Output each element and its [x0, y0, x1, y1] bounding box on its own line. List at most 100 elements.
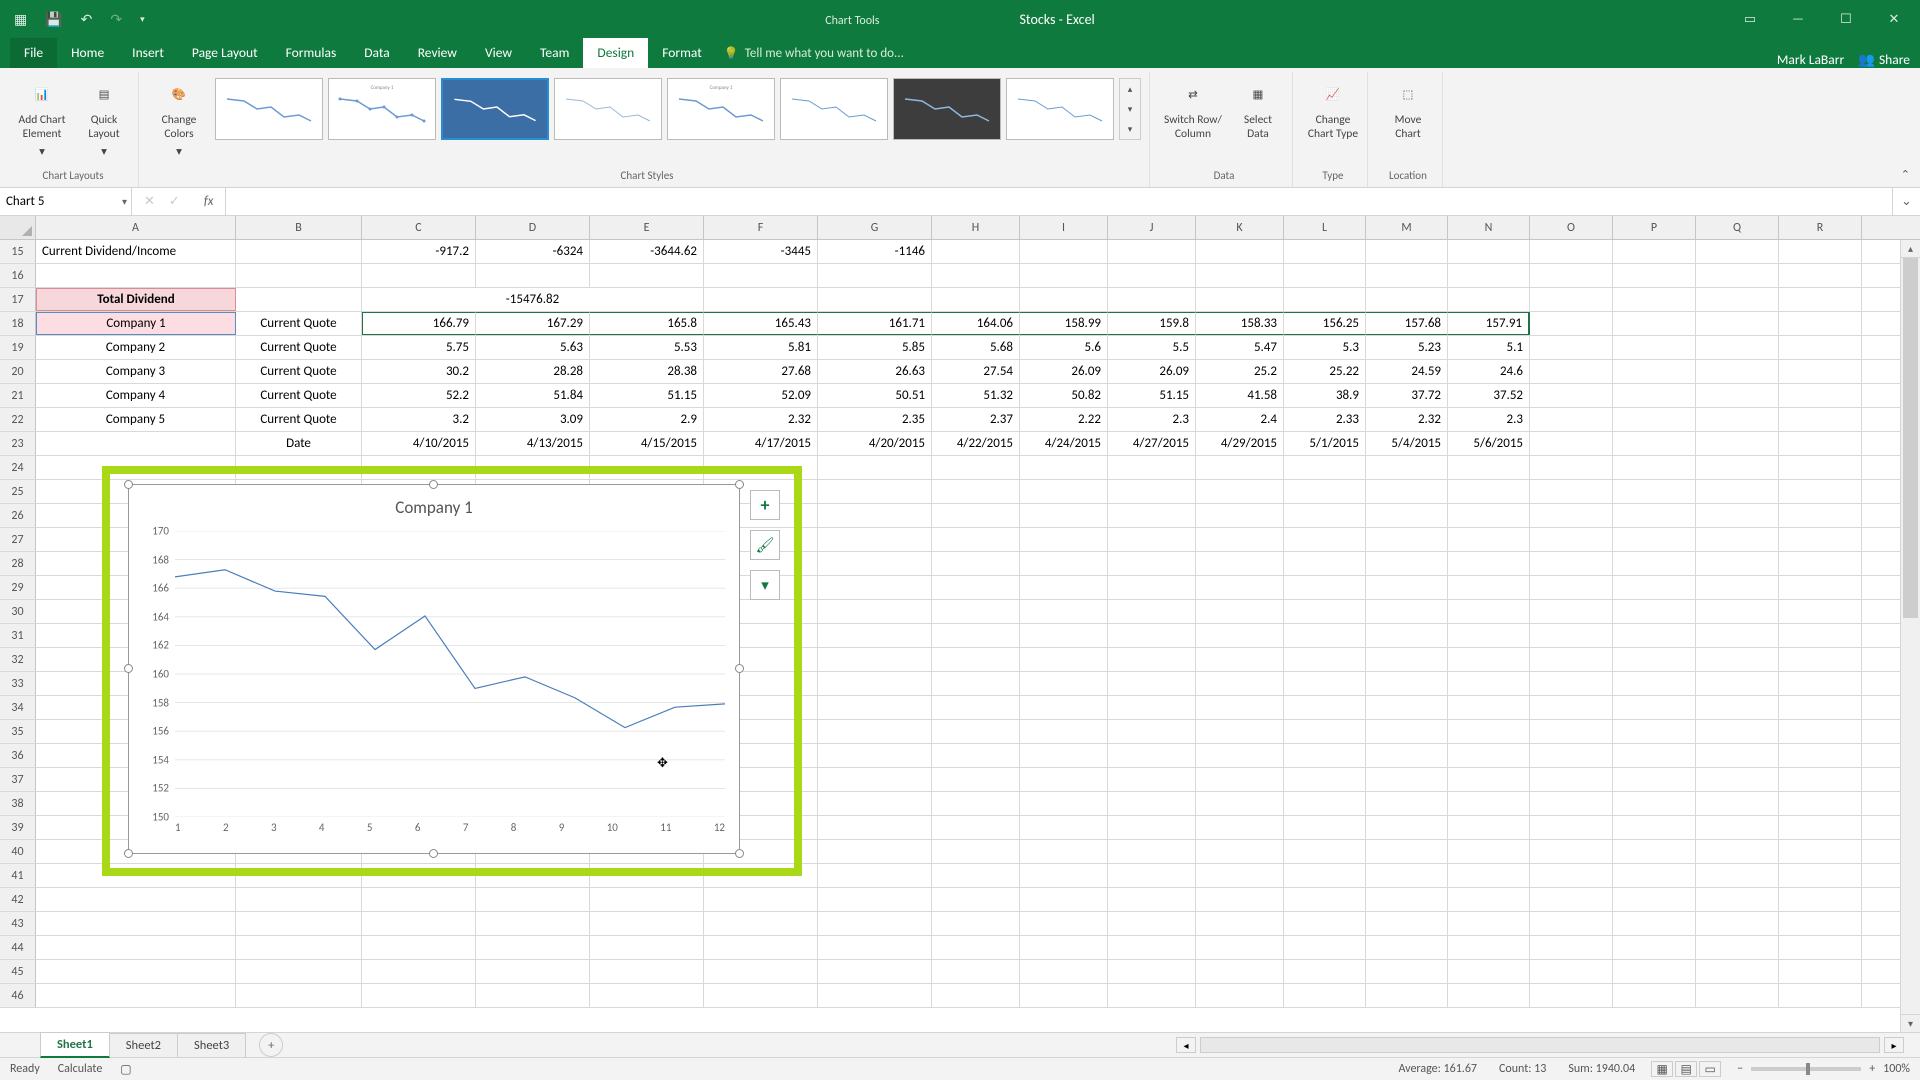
cell[interactable] — [818, 576, 932, 599]
qat-dropdown-icon[interactable]: ▾ — [140, 14, 145, 25]
cell[interactable]: 5.3 — [1284, 336, 1366, 359]
vertical-scrollbar[interactable]: ▴ ▾ — [1900, 240, 1920, 1032]
col-header[interactable]: I — [1020, 216, 1108, 239]
hscroll-track[interactable] — [1200, 1037, 1880, 1053]
cell[interactable] — [1613, 792, 1696, 815]
cell[interactable] — [1448, 264, 1530, 287]
cell[interactable] — [1530, 816, 1613, 839]
chart-elements-button[interactable]: + — [750, 490, 780, 520]
cell[interactable] — [1020, 480, 1108, 503]
cell[interactable] — [1366, 600, 1448, 623]
view-page-layout-icon[interactable]: ▤ — [1675, 1061, 1697, 1077]
cell[interactable] — [1696, 480, 1779, 503]
cell[interactable] — [932, 960, 1020, 983]
formula-cancel-icon[interactable]: ✕ — [144, 194, 155, 209]
cell[interactable]: -3644.62 — [590, 240, 704, 263]
cell[interactable] — [1530, 528, 1613, 551]
cell[interactable] — [932, 552, 1020, 575]
cell[interactable] — [1196, 960, 1284, 983]
cell[interactable] — [818, 504, 932, 527]
cell[interactable] — [1284, 960, 1366, 983]
row-header[interactable]: 34 — [0, 696, 36, 719]
cell[interactable] — [818, 552, 932, 575]
cell[interactable] — [1284, 744, 1366, 767]
cell[interactable] — [1613, 912, 1696, 935]
cell[interactable] — [818, 864, 932, 887]
chart-plot-area[interactable] — [175, 531, 725, 817]
cell[interactable]: Company 4 — [36, 384, 236, 407]
cell[interactable] — [236, 888, 362, 911]
row-header[interactable]: 44 — [0, 936, 36, 959]
cell[interactable]: 4/13/2015 — [476, 432, 590, 455]
formula-enter-icon[interactable]: ✓ — [169, 194, 180, 209]
cell[interactable] — [1530, 480, 1613, 503]
cell[interactable] — [1696, 600, 1779, 623]
resize-handle-sw[interactable] — [124, 849, 133, 858]
cell[interactable] — [1779, 888, 1862, 911]
cell[interactable] — [818, 600, 932, 623]
row-header[interactable]: 33 — [0, 672, 36, 695]
cell[interactable] — [1284, 264, 1366, 287]
cell[interactable] — [1779, 240, 1862, 263]
cell[interactable]: 27.68 — [704, 360, 818, 383]
cell[interactable] — [1530, 744, 1613, 767]
cell[interactable] — [1020, 504, 1108, 527]
grid-row[interactable]: 21Company 4Current Quote52.251.8451.1552… — [0, 384, 1920, 408]
row-header[interactable]: 29 — [0, 576, 36, 599]
cell[interactable] — [932, 264, 1020, 287]
cell[interactable] — [1284, 552, 1366, 575]
cell[interactable] — [932, 720, 1020, 743]
cell[interactable] — [476, 264, 590, 287]
cell[interactable] — [1779, 552, 1862, 575]
cell[interactable] — [1448, 528, 1530, 551]
cell[interactable]: 5.53 — [590, 336, 704, 359]
row-header[interactable]: 24 — [0, 456, 36, 479]
cell[interactable] — [1366, 864, 1448, 887]
cell[interactable] — [1448, 648, 1530, 671]
cell[interactable] — [1020, 864, 1108, 887]
cell[interactable]: 164.06 — [932, 312, 1020, 335]
grid-row[interactable]: 46 — [0, 984, 1920, 1008]
cell[interactable] — [1196, 552, 1284, 575]
cell[interactable] — [1613, 600, 1696, 623]
cell[interactable] — [1779, 720, 1862, 743]
cell[interactable]: Company 5 — [36, 408, 236, 431]
cell[interactable] — [1020, 600, 1108, 623]
cell[interactable]: 5/1/2015 — [1284, 432, 1366, 455]
chart-filters-button[interactable]: ▾ — [750, 570, 780, 600]
tell-me-search[interactable]: Tell me what you want to do... — [716, 40, 912, 68]
cell[interactable] — [932, 240, 1020, 263]
col-header[interactable]: H — [932, 216, 1020, 239]
cell[interactable]: 3.09 — [476, 408, 590, 431]
cell[interactable]: 2.9 — [590, 408, 704, 431]
cell[interactable] — [1366, 240, 1448, 263]
cell[interactable] — [1366, 504, 1448, 527]
row-header[interactable]: 26 — [0, 504, 36, 527]
cell[interactable] — [932, 744, 1020, 767]
row-header[interactable]: 30 — [0, 600, 36, 623]
cell[interactable] — [932, 864, 1020, 887]
cell[interactable] — [818, 648, 932, 671]
cell[interactable] — [1779, 840, 1862, 863]
cell[interactable] — [1366, 744, 1448, 767]
cell[interactable] — [1196, 720, 1284, 743]
cell[interactable] — [236, 960, 362, 983]
cell[interactable] — [1613, 696, 1696, 719]
row-header[interactable]: 45 — [0, 960, 36, 983]
cell[interactable] — [1108, 600, 1196, 623]
cell[interactable] — [1448, 504, 1530, 527]
grid-row[interactable]: 43 — [0, 912, 1920, 936]
cell[interactable]: 4/27/2015 — [1108, 432, 1196, 455]
cell[interactable] — [1196, 984, 1284, 1007]
cell[interactable]: 5.23 — [1366, 336, 1448, 359]
cell[interactable] — [932, 984, 1020, 1007]
formula-input[interactable] — [226, 188, 1892, 215]
zoom-slider[interactable] — [1751, 1067, 1861, 1071]
cell[interactable] — [476, 936, 590, 959]
col-header[interactable]: L — [1284, 216, 1366, 239]
cell[interactable] — [1366, 840, 1448, 863]
cell[interactable] — [818, 672, 932, 695]
change-chart-type-button[interactable]: 📈 Change Chart Type — [1307, 78, 1359, 141]
cell[interactable] — [1448, 672, 1530, 695]
cell[interactable] — [1696, 384, 1779, 407]
